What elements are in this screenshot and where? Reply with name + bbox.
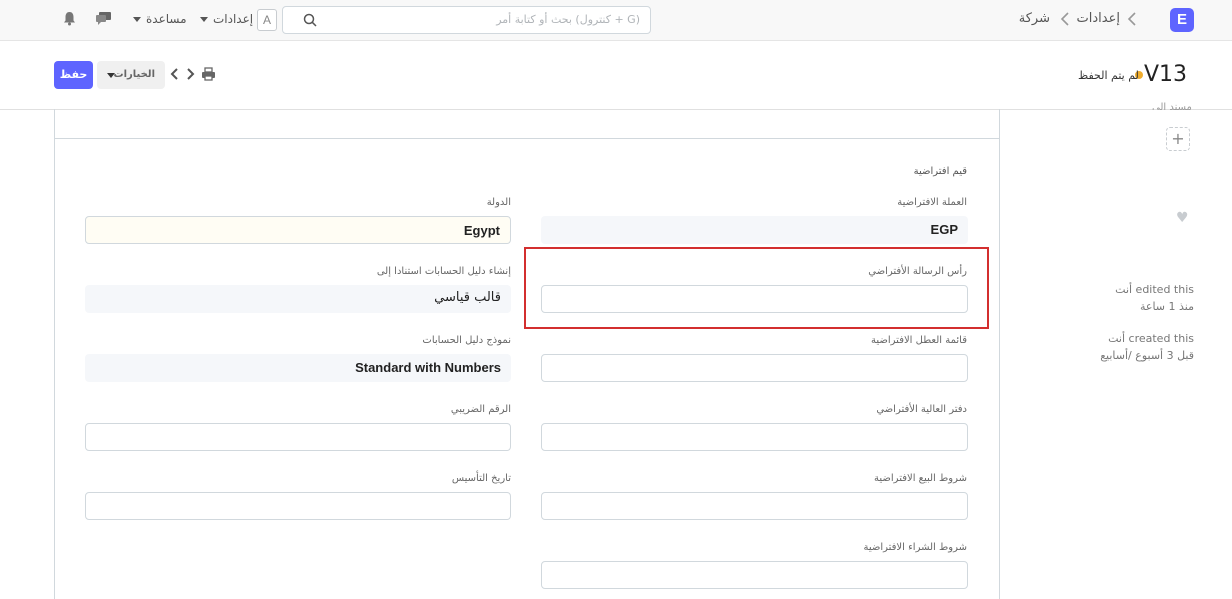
add-assignment-button[interactable]: + xyxy=(1166,127,1190,151)
highlight-box xyxy=(524,247,989,329)
status-not-saved: لم يتم الحفظ xyxy=(1078,69,1139,82)
chevron-left-icon xyxy=(1060,12,1069,26)
options-label: الخيارات xyxy=(113,69,155,80)
default-finance-book-input[interactable] xyxy=(541,423,968,451)
print-icon[interactable] xyxy=(201,67,216,81)
save-button[interactable]: حفظ xyxy=(54,61,93,89)
user-avatar[interactable]: A xyxy=(257,9,277,31)
default-currency-value: EGP xyxy=(930,222,958,237)
default-holiday-list-input[interactable] xyxy=(541,354,968,382)
edited-by-text: أنت edited this xyxy=(1115,283,1194,296)
date-of-incorporation-label: تاريخ التأسيس xyxy=(451,473,511,484)
page-head xyxy=(0,41,1232,110)
help-label: مساعدة xyxy=(146,12,187,26)
edited-time-text: منذ 1 ساعة xyxy=(1139,300,1194,313)
country-input[interactable]: Egypt xyxy=(85,216,511,244)
tax-id-label: الرقم الضريبي xyxy=(450,404,511,415)
search-input[interactable]: بحث أو كتابة أمر (كنترول + G) xyxy=(282,6,651,34)
heart-icon[interactable]: ♥ xyxy=(1176,210,1189,226)
caret-down-icon xyxy=(133,17,141,22)
default-selling-terms-input[interactable] xyxy=(541,492,968,520)
navbar: E إعدادات شركة بحث أو كتابة أمر (كنترول … xyxy=(0,0,1232,41)
breadcrumb-company[interactable]: شركة xyxy=(1019,11,1050,26)
settings-dropdown[interactable]: إعدادات xyxy=(200,12,253,26)
app-logo[interactable]: E xyxy=(1170,8,1194,32)
options-dropdown-button[interactable]: الخيارات xyxy=(97,61,165,89)
page-title: V13 xyxy=(1144,62,1188,87)
country-label: الدولة xyxy=(486,197,511,208)
assigned-to-label: مسند إلى xyxy=(1152,102,1192,110)
default-currency-label: العملة الافتراضية xyxy=(897,197,967,208)
bell-icon[interactable] xyxy=(63,11,76,26)
chat-icon[interactable] xyxy=(95,11,112,26)
chevron-left-icon xyxy=(1127,12,1136,26)
chart-of-accounts-template-label: نموذج دليل الحسابات xyxy=(422,335,511,346)
chart-of-accounts-template-field[interactable]: Standard with Numbers xyxy=(85,354,511,382)
breadcrumb-settings[interactable]: إعدادات xyxy=(1077,11,1120,26)
search-icon xyxy=(303,13,317,27)
caret-down-icon xyxy=(107,73,115,78)
default-selling-terms-label: شروط البيع الافتراضية xyxy=(874,473,967,484)
next-record-icon[interactable] xyxy=(186,67,196,81)
search-placeholder: بحث أو كتابة أمر (كنترول + G) xyxy=(496,13,640,26)
default-holiday-list-label: قائمة العطل الافتراضية xyxy=(871,335,967,346)
default-currency-field[interactable]: EGP xyxy=(541,216,968,244)
help-dropdown[interactable]: مساعدة xyxy=(133,12,187,26)
previous-record-icon[interactable] xyxy=(169,67,179,81)
chart-of-accounts-based-on-field[interactable]: قالب قياسي xyxy=(85,285,511,313)
chart-of-accounts-based-on-label: إنشاء دليل الحسابات استنادا إلى xyxy=(376,266,511,277)
chart-of-accounts-template-value: Standard with Numbers xyxy=(355,360,501,375)
default-buying-terms-label: شروط الشراء الافتراضية xyxy=(863,542,967,553)
settings-label: إعدادات xyxy=(213,12,254,26)
created-time-text: قبل 3 أسبوع /أسابيع xyxy=(1100,349,1194,362)
default-finance-book-label: دفتر العالية الأفتراضي xyxy=(876,404,967,415)
country-value: Egypt xyxy=(463,223,500,238)
caret-down-icon xyxy=(200,17,208,22)
section-title: قيم افتراضية xyxy=(913,166,967,177)
chart-of-accounts-based-on-value: قالب قياسي xyxy=(434,290,501,305)
date-of-incorporation-input[interactable] xyxy=(85,492,511,520)
default-buying-terms-input[interactable] xyxy=(541,561,968,589)
tax-id-input[interactable] xyxy=(85,423,511,451)
created-by-text: أنت created this xyxy=(1108,332,1194,345)
section-divider xyxy=(54,138,999,139)
